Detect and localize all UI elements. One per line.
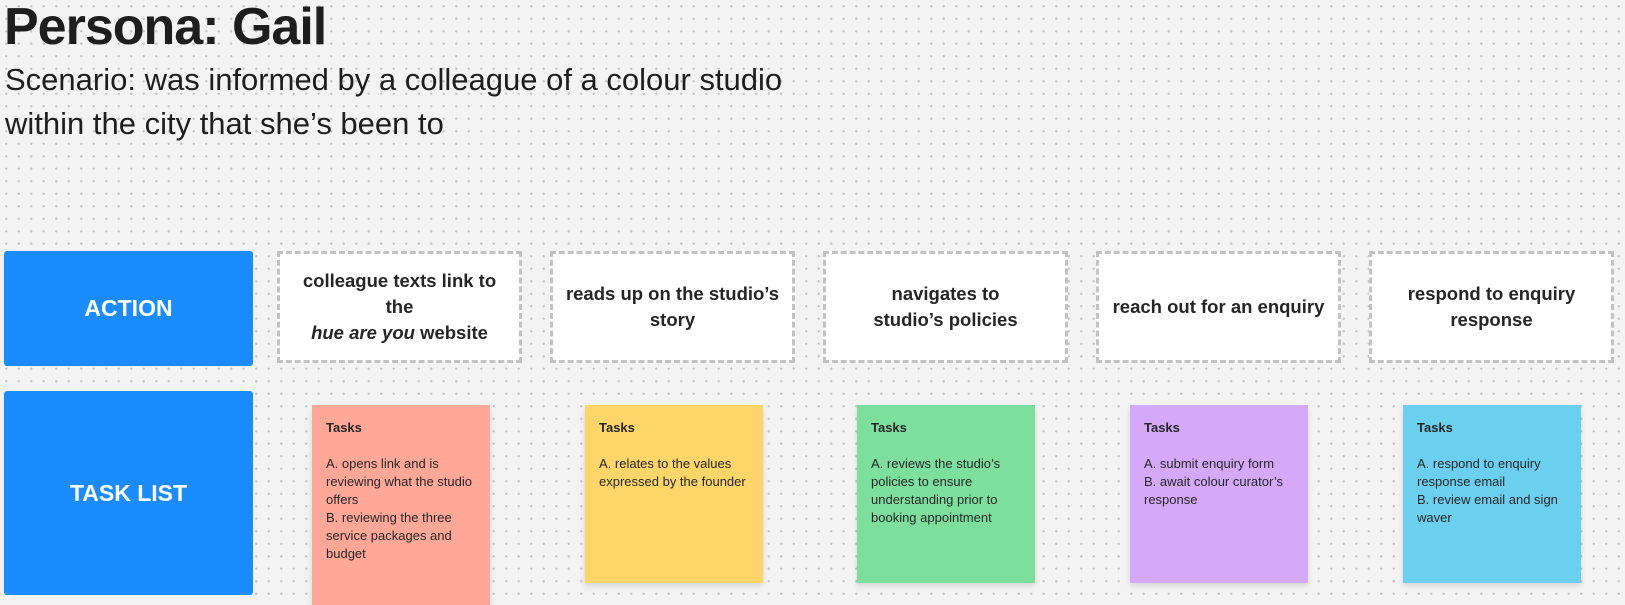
sticky-note-5-task-b: B. review email and sign waver <box>1417 492 1558 525</box>
action-card-2[interactable]: reads up on the studio’s story <box>550 251 795 363</box>
sticky-note-2[interactable]: Tasks A. relates to the values expressed… <box>585 405 763 583</box>
persona-title: Persona: Gail <box>4 0 327 56</box>
action-card-1-text-before: colleague texts link to the <box>302 270 497 317</box>
sticky-note-4-task-b: B. await colour curator’s response <box>1144 474 1283 507</box>
sticky-note-4[interactable]: Tasks A. submit enquiry form B. await co… <box>1130 405 1308 583</box>
sticky-note-3-task-a: A. reviews the studio’s policies to ensu… <box>871 456 1001 525</box>
sticky-note-1-task-b: B. reviewing the three service packages … <box>326 510 452 561</box>
sticky-note-4-task-a: A. submit enquiry form <box>1144 456 1275 471</box>
action-card-1-text-after: website <box>420 322 488 343</box>
sticky-note-2-task-a: A. relates to the values expressed by th… <box>599 456 746 489</box>
action-card-2-text: reads up on the studio’s story <box>565 283 780 330</box>
sticky-note-4-heading: Tasks <box>1144 420 1180 435</box>
sticky-note-3-heading: Tasks <box>871 420 907 435</box>
action-card-3[interactable]: navigates to studio’s policies <box>823 251 1068 363</box>
task-list-row-label[interactable]: TASK LIST <box>4 391 253 595</box>
scenario-text: Scenario: was informed by a colleague of… <box>5 58 805 146</box>
action-card-5[interactable]: respond to enquiry response <box>1369 251 1614 363</box>
action-row-label[interactable]: ACTION <box>4 251 253 366</box>
action-card-1-text-emphasis: hue are you <box>311 322 415 343</box>
action-card-4[interactable]: reach out for an enquiry <box>1096 251 1341 363</box>
sticky-note-3[interactable]: Tasks A. reviews the studio’s policies t… <box>857 405 1035 583</box>
sticky-note-5-heading: Tasks <box>1417 420 1453 435</box>
action-card-3-text: navigates to studio’s policies <box>873 283 1018 330</box>
action-card-1[interactable]: colleague texts link to the hue are you … <box>277 251 522 363</box>
sticky-note-1-heading: Tasks <box>326 420 362 435</box>
action-card-5-text: respond to enquiry response <box>1407 283 1576 330</box>
action-row-label-text: ACTION <box>84 295 173 321</box>
task-list-row-label-text: TASK LIST <box>69 479 188 506</box>
sticky-note-5[interactable]: Tasks A. respond to enquiry response ema… <box>1403 405 1581 583</box>
sticky-note-1[interactable]: Tasks A. opens link and is reviewing wha… <box>312 405 490 605</box>
sticky-note-1-task-a: A. opens link and is reviewing what the … <box>326 456 472 507</box>
scenario-line-2: within the city that she’s been to <box>5 106 444 141</box>
sticky-note-2-heading: Tasks <box>599 420 635 435</box>
action-card-4-text: reach out for an enquiry <box>1112 296 1325 317</box>
sticky-note-5-task-a: A. respond to enquiry response email <box>1417 456 1541 489</box>
scenario-line-1: Scenario: was informed by a colleague of… <box>5 62 783 97</box>
action-card-1-text: colleague texts link to the hue are you … <box>292 268 507 346</box>
